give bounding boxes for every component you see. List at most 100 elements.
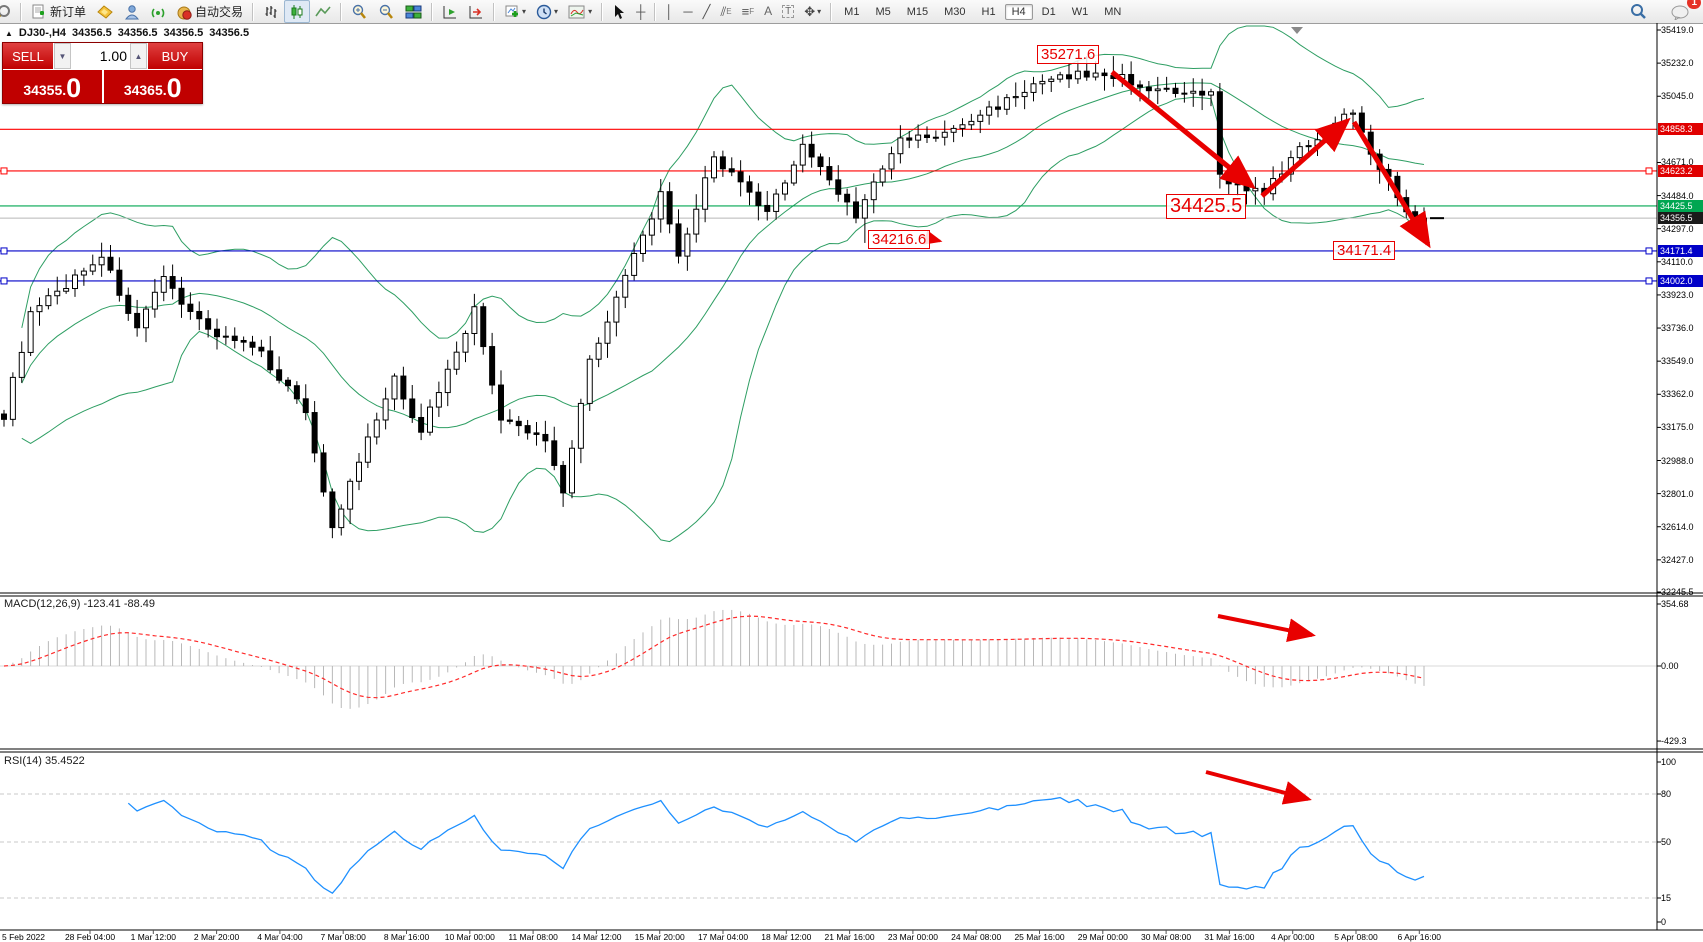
- rsi-tick-label: 15: [1661, 893, 1671, 903]
- price-tick-label: 35232.0: [1661, 58, 1694, 68]
- candle-body: [250, 342, 255, 347]
- price-line-tag: 34858.3: [1658, 123, 1703, 135]
- trend-arrow-4[interactable]: [1218, 616, 1312, 635]
- macd-tick-label: 354.68: [1661, 599, 1689, 609]
- candle-body: [37, 306, 42, 312]
- volume-box: ▼ ▲: [54, 43, 147, 69]
- candle-body: [596, 343, 601, 359]
- line-handle[interactable]: [1, 168, 7, 174]
- candle-body: [703, 178, 708, 209]
- trend-arrow-1[interactable]: [1262, 121, 1347, 196]
- quote-high: 34356.5: [118, 27, 158, 39]
- candle-body: [161, 277, 166, 293]
- time-axis-label: 6 Apr 16:00: [1398, 932, 1441, 942]
- candle-body: [694, 209, 699, 234]
- trend-arrow-2[interactable]: [1354, 122, 1428, 244]
- candle-body: [641, 235, 646, 253]
- quote-low: 34356.5: [164, 27, 204, 39]
- candle-body: [516, 421, 521, 425]
- chart-shift-marker[interactable]: [1291, 27, 1303, 34]
- candle-body: [942, 132, 947, 137]
- price-tick-label: 32427.0: [1661, 555, 1694, 565]
- candle-body: [365, 437, 370, 462]
- line-handle[interactable]: [1646, 248, 1652, 254]
- annotation-high-35271[interactable]: 35271.6: [1037, 45, 1099, 64]
- candle-body: [658, 192, 663, 219]
- collapse-panel-arrow[interactable]: ▲: [5, 29, 13, 38]
- time-axis-label: 17 Mar 04:00: [698, 932, 748, 942]
- time-axis-label: 30 Mar 08:00: [1141, 932, 1191, 942]
- sell-price-button[interactable]: 34355. 0: [3, 70, 104, 103]
- line-handle[interactable]: [1, 248, 7, 254]
- candle-body: [1200, 91, 1205, 95]
- trend-arrow-5[interactable]: [1206, 772, 1308, 799]
- chart-canvas[interactable]: [0, 0, 1703, 942]
- candle-body: [1164, 88, 1169, 89]
- time-axis-label: 29 Mar 00:00: [1078, 932, 1128, 942]
- time-axis-label: 8 Mar 16:00: [384, 932, 429, 942]
- candle-body: [969, 121, 974, 124]
- volume-increase-button[interactable]: ▲: [130, 43, 147, 69]
- candle-body: [490, 347, 495, 385]
- macd-tick-label: 0.00: [1661, 661, 1679, 671]
- price-tick-label: 32801.0: [1661, 489, 1694, 499]
- sell-button[interactable]: SELL: [3, 43, 54, 69]
- line-handle[interactable]: [1, 278, 7, 284]
- candle-body: [1102, 73, 1107, 75]
- candle-body: [330, 492, 335, 528]
- candle-body: [1209, 92, 1214, 95]
- annotation-low-34216[interactable]: 34216.6: [868, 230, 930, 249]
- line-handle[interactable]: [1646, 168, 1652, 174]
- candle-body: [73, 275, 78, 289]
- bollinger-band: [22, 26, 1424, 338]
- candle-body: [348, 481, 353, 509]
- candle-body: [46, 296, 51, 306]
- candle-body: [286, 380, 291, 385]
- candle-body: [206, 319, 211, 329]
- annotation-level-34425[interactable]: 34425.5: [1166, 194, 1246, 219]
- candle-body: [215, 329, 220, 336]
- candle-body: [570, 448, 575, 493]
- time-axis-label: 28 Feb 04:00: [65, 932, 115, 942]
- candle-body: [1067, 75, 1072, 79]
- candle-body: [738, 172, 743, 182]
- candle-body: [1031, 84, 1036, 93]
- candle-body: [862, 200, 867, 218]
- price-tick-label: 34297.0: [1661, 224, 1694, 234]
- buy-price-button[interactable]: 34365. 0: [104, 70, 203, 103]
- macd-label: MACD(12,26,9) -123.41 -88.49: [4, 598, 155, 610]
- candle-body: [1226, 174, 1231, 184]
- candle-body: [463, 333, 468, 352]
- candle-body: [312, 413, 317, 453]
- candle-body: [987, 107, 992, 115]
- candle-body: [339, 509, 344, 527]
- candle-body: [179, 288, 184, 304]
- candle-body: [561, 465, 566, 492]
- candle-body: [1253, 188, 1258, 190]
- candle-body: [667, 192, 672, 224]
- annotation-level-34171[interactable]: 34171.4: [1333, 241, 1395, 260]
- candle-body: [614, 297, 619, 322]
- candle-body: [552, 441, 557, 466]
- candle-body: [144, 309, 149, 328]
- candle-body: [827, 167, 832, 180]
- time-axis-label: 1 Mar 12:00: [131, 932, 176, 942]
- candle-body: [2, 414, 7, 419]
- rsi-label: RSI(14) 35.4522: [4, 755, 85, 767]
- volume-decrease-button[interactable]: ▼: [54, 43, 71, 69]
- candle-body: [1297, 147, 1302, 158]
- candle-body: [925, 135, 930, 137]
- volume-input[interactable]: [71, 43, 130, 69]
- line-handle[interactable]: [1646, 278, 1652, 284]
- buy-button[interactable]: BUY: [147, 43, 202, 69]
- candle-body: [543, 434, 548, 440]
- candle-body: [135, 313, 140, 327]
- candle-body: [481, 307, 486, 347]
- candle-body: [871, 182, 876, 200]
- candle-body: [1182, 93, 1187, 94]
- current-price-tag: 34356.5: [1658, 212, 1703, 224]
- price-tick-label: 33923.0: [1661, 290, 1694, 300]
- price-tick-label: 33549.0: [1661, 356, 1694, 366]
- time-axis-label: 18 Mar 12:00: [761, 932, 811, 942]
- candle-body: [303, 399, 308, 413]
